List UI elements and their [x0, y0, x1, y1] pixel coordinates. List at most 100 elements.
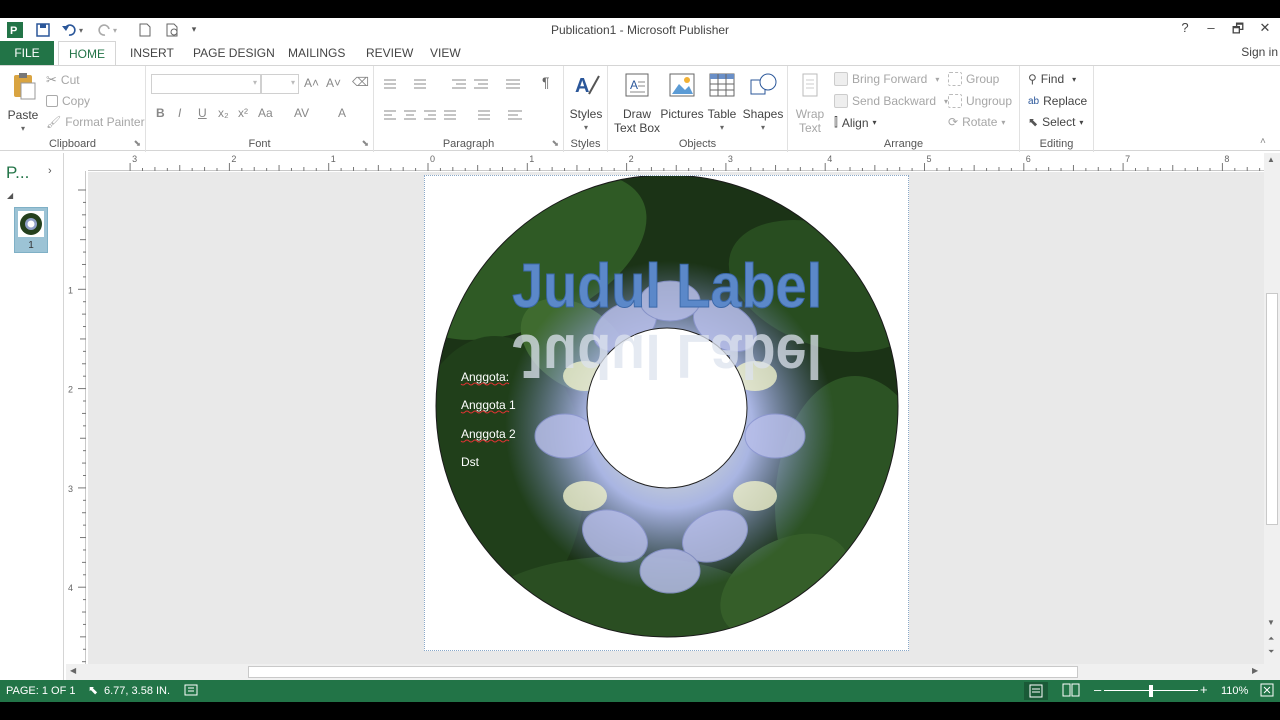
- zoom-slider-thumb[interactable]: [1149, 685, 1153, 697]
- thumbnail-preview: [18, 211, 44, 237]
- replace-icon: ab: [1028, 95, 1040, 107]
- wrap-text-button[interactable]: Wrap Text: [792, 70, 828, 135]
- two-page-view-button[interactable]: [1062, 683, 1080, 700]
- underline-button[interactable]: U: [198, 106, 207, 120]
- vertical-scrollbar[interactable]: ▲ ▼ ⏶ ⏷: [1264, 153, 1280, 683]
- copy-icon: [46, 95, 58, 107]
- cut-button[interactable]: ✂ Cut: [46, 72, 80, 88]
- character-spacing-button[interactable]: AV: [294, 106, 309, 120]
- horizontal-ruler[interactable]: 3 2 1 0 1 2 3 4 5 6 7 8: [88, 153, 1264, 171]
- paragraph-dialog-launcher-icon[interactable]: ⬊: [551, 138, 559, 149]
- group-button[interactable]: Group: [948, 72, 999, 86]
- member-line-1[interactable]: Anggota:: [461, 370, 509, 384]
- scroll-right-arrow-icon[interactable]: ▶: [1252, 666, 1258, 675]
- page-thumbnail-number: 1: [28, 240, 34, 251]
- vertical-scroll-thumb[interactable]: [1266, 293, 1278, 525]
- shapes-icon: [750, 73, 777, 95]
- page-thumbnail[interactable]: 1: [14, 207, 48, 253]
- shrink-font-button[interactable]: A˅: [326, 76, 341, 90]
- tab-view[interactable]: VIEW: [424, 41, 467, 65]
- find-button[interactable]: ⚲ Find ▾: [1028, 72, 1076, 86]
- horizontal-scrollbar[interactable]: ◀ ▶: [66, 664, 1264, 680]
- ungroup-button[interactable]: Ungroup: [948, 94, 1012, 108]
- shapes-button[interactable]: Shapes ▾: [742, 70, 784, 135]
- styles-button[interactable]: A Styles ▾: [567, 70, 605, 135]
- pictures-button[interactable]: Pictures: [658, 70, 706, 121]
- member-line-3[interactable]: Anggota 2: [461, 427, 516, 441]
- svg-text:A: A: [575, 75, 589, 97]
- member-line-4[interactable]: Dst: [461, 455, 480, 469]
- pages-pane: P... › ◢ 1: [0, 153, 64, 683]
- font-dialog-launcher-icon[interactable]: ⬊: [361, 138, 369, 149]
- zoom-out-button[interactable]: –: [1094, 682, 1101, 697]
- replace-button[interactable]: ab Replace: [1028, 94, 1087, 108]
- scroll-left-arrow-icon[interactable]: ◀: [70, 666, 76, 675]
- close-button[interactable]: ✕: [1252, 20, 1278, 39]
- scroll-up-arrow-icon[interactable]: ▲: [1267, 155, 1275, 164]
- tab-file[interactable]: FILE: [0, 41, 54, 65]
- title-bar: P ▾ ▾ ▾ Publication1 - Microsoft Publish…: [0, 18, 1280, 41]
- font-color-button[interactable]: A: [338, 106, 346, 120]
- font-size-combo[interactable]: ▾: [261, 74, 299, 94]
- minimize-button[interactable]: –: [1198, 20, 1224, 39]
- superscript-button[interactable]: x²: [238, 106, 248, 120]
- zoom-in-button[interactable]: +: [1200, 682, 1208, 697]
- arrange-group: Wrap Text Bring Forward ▾ Send Backward …: [788, 66, 1020, 152]
- clipboard-dialog-launcher-icon[interactable]: ⬊: [133, 138, 141, 149]
- next-page-icon[interactable]: ⏷: [1268, 647, 1274, 657]
- send-backward-button[interactable]: Send Backward ▾: [834, 94, 948, 108]
- document-workspace[interactable]: Judul Label Judul Label Anggota: Anggota…: [88, 172, 1264, 666]
- show-formatting-marks-button[interactable]: ¶: [542, 74, 550, 90]
- draw-text-box-button[interactable]: A Draw Text Box: [612, 70, 662, 135]
- bold-button[interactable]: B: [156, 106, 165, 120]
- font-name-combo[interactable]: ▾: [151, 74, 261, 94]
- zoom-level[interactable]: 110%: [1221, 685, 1248, 697]
- copy-button[interactable]: Copy: [46, 94, 90, 108]
- ruler-label: 2: [231, 154, 236, 164]
- cd-thumbnail-icon: [20, 213, 42, 235]
- tab-insert[interactable]: INSERT: [124, 41, 180, 65]
- svg-text:A: A: [630, 78, 638, 92]
- tab-mailings[interactable]: MAILINGS: [282, 41, 351, 65]
- ruler-label: 4: [827, 154, 832, 164]
- grow-font-button[interactable]: A˄: [304, 76, 319, 90]
- fit-page-icon[interactable]: [1260, 683, 1274, 700]
- paste-dropdown-icon[interactable]: ▾: [4, 122, 42, 136]
- select-button[interactable]: ⬉ Select ▾: [1028, 115, 1083, 129]
- bring-forward-button[interactable]: Bring Forward ▾: [834, 72, 939, 86]
- paste-button[interactable]: Paste ▾: [4, 71, 42, 136]
- alignment-icons[interactable]: [382, 108, 542, 124]
- help-button[interactable]: ?: [1172, 20, 1198, 39]
- sign-in-link[interactable]: Sign in: [1241, 45, 1278, 59]
- change-case-button[interactable]: Aa: [258, 106, 273, 120]
- draw-text-box-label-1: Draw: [622, 107, 651, 121]
- tab-page-design[interactable]: PAGE DESIGN: [187, 41, 281, 65]
- horizontal-scroll-thumb[interactable]: [248, 666, 1078, 678]
- italic-button[interactable]: I: [178, 106, 181, 120]
- single-page-view-button[interactable]: [1024, 682, 1048, 700]
- label-title[interactable]: Judul Label: [512, 252, 823, 321]
- restore-button[interactable]: 🗗: [1225, 20, 1251, 39]
- vertical-ruler[interactable]: 1 2 3 4: [66, 171, 86, 666]
- format-painter-button[interactable]: 🖌 Format Painter: [46, 115, 145, 129]
- expand-pane-icon[interactable]: ›: [48, 165, 52, 177]
- cd-label-artwork[interactable]: Judul Label Judul Label Anggota: Anggota…: [425, 174, 910, 652]
- collapse-section-icon[interactable]: ◢: [7, 191, 13, 200]
- scroll-down-arrow-icon[interactable]: ▼: [1267, 618, 1275, 627]
- cut-label: Cut: [60, 73, 80, 87]
- previous-page-icon[interactable]: ⏶: [1268, 634, 1274, 644]
- subscript-button[interactable]: x₂: [218, 106, 229, 120]
- page-indicator[interactable]: PAGE: 1 OF 1: [6, 685, 76, 697]
- rotate-button[interactable]: ⟳ Rotate ▾: [948, 115, 1005, 129]
- objects-group-label: Objects: [678, 138, 717, 150]
- list-and-indent-icons[interactable]: [382, 76, 542, 92]
- clear-formatting-icon[interactable]: ⌫: [352, 75, 369, 89]
- tab-review[interactable]: REVIEW: [360, 41, 419, 65]
- table-label: Table: [707, 107, 737, 121]
- member-line-2[interactable]: Anggota 1: [461, 398, 516, 412]
- table-button[interactable]: Table ▾: [704, 70, 740, 135]
- align-button[interactable]: ⫿ Align ▾: [834, 115, 877, 130]
- tab-home[interactable]: HOME: [58, 41, 116, 66]
- publication-page[interactable]: Judul Label Judul Label Anggota: Anggota…: [424, 174, 910, 652]
- collapse-ribbon-icon[interactable]: ˄: [1260, 136, 1266, 147]
